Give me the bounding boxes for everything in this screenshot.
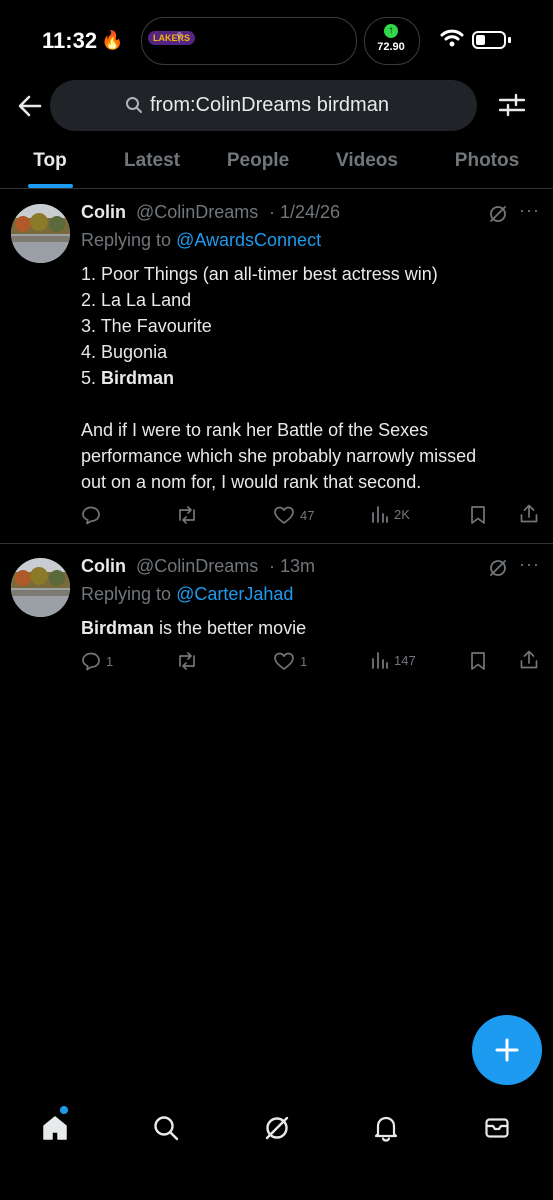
mail-icon bbox=[485, 1118, 509, 1138]
nav-search[interactable] bbox=[146, 1108, 186, 1148]
reply-button[interactable] bbox=[81, 505, 106, 525]
flame-icon: 🔥 bbox=[101, 30, 124, 50]
filter-icon[interactable] bbox=[497, 92, 527, 118]
reply-icon bbox=[82, 652, 100, 671]
tab-latest[interactable]: Latest bbox=[112, 150, 192, 172]
wifi-icon bbox=[440, 29, 464, 47]
stock-value: 72.90 bbox=[377, 41, 405, 53]
reply-button[interactable]: 1 bbox=[81, 651, 113, 671]
mention-link[interactable]: @CarterJahad bbox=[176, 584, 293, 604]
author-name[interactable]: Colin bbox=[81, 202, 126, 223]
search-icon bbox=[154, 1116, 179, 1141]
grok-icon[interactable] bbox=[488, 204, 508, 224]
avatar[interactable] bbox=[11, 558, 70, 617]
tweet-paragraph-line: And if I were to rank her Battle of the … bbox=[81, 420, 429, 440]
like-icon bbox=[274, 652, 294, 670]
tweet-time: · 13m bbox=[269, 556, 316, 576]
retweet-icon bbox=[179, 652, 195, 670]
status-time: 11:32 bbox=[42, 28, 98, 53]
views-button[interactable]: 2K bbox=[371, 505, 410, 523]
views-icon bbox=[372, 506, 388, 523]
tweet-line: 5. Birdman bbox=[81, 368, 175, 388]
bookmark-icon[interactable] bbox=[469, 651, 487, 671]
share-icon[interactable] bbox=[519, 650, 539, 670]
more-icon[interactable]: ··· bbox=[519, 200, 540, 221]
reply-icon bbox=[82, 506, 100, 525]
like-button[interactable]: 47 bbox=[273, 505, 314, 525]
nav-notifications[interactable] bbox=[366, 1108, 406, 1148]
avatar[interactable] bbox=[11, 204, 70, 263]
author-handle[interactable]: @ColinDreams bbox=[136, 202, 258, 223]
replying-to: Replying to @CarterJahad bbox=[81, 584, 294, 604]
like-button[interactable]: 1 bbox=[273, 651, 307, 671]
rockets-logo: ⫯ bbox=[176, 29, 183, 45]
tweet-line: 3. The Favourite bbox=[81, 316, 212, 336]
tweet-time: · 1/24/26 bbox=[269, 202, 341, 222]
author-name[interactable]: Colin bbox=[81, 556, 126, 577]
bell-icon bbox=[374, 1116, 398, 1142]
tweet-line: 4. Bugonia bbox=[81, 342, 168, 362]
back-arrow-icon[interactable] bbox=[16, 92, 44, 120]
author-handle[interactable]: @ColinDreams bbox=[136, 556, 258, 577]
views-button[interactable]: 147 bbox=[371, 651, 416, 669]
tab-videos[interactable]: Videos bbox=[327, 150, 407, 172]
tweet-line: 1. Poor Things (an all-timer best actres… bbox=[81, 264, 438, 284]
battery-tip bbox=[508, 37, 511, 43]
search-icon bbox=[126, 97, 142, 113]
grok-icon bbox=[265, 1116, 289, 1140]
tweet-paragraph-line: performance which she probably narrowly … bbox=[81, 446, 477, 466]
tab-photos[interactable]: Photos bbox=[447, 150, 527, 172]
retweet-icon bbox=[179, 506, 195, 524]
tweet-paragraph-line: out on a nom for, I would rank that seco… bbox=[81, 472, 422, 492]
share-icon[interactable] bbox=[519, 504, 539, 524]
retweet-button[interactable] bbox=[176, 651, 203, 671]
nav-home[interactable] bbox=[35, 1108, 75, 1148]
nav-messages[interactable] bbox=[477, 1108, 517, 1148]
tabs-divider bbox=[0, 188, 553, 189]
nav-grok[interactable] bbox=[257, 1108, 297, 1148]
lakers-logo: LAKERS bbox=[148, 31, 196, 45]
compose-icon bbox=[495, 1038, 519, 1062]
stock-up-icon: ↑ bbox=[384, 24, 398, 38]
tab-people[interactable]: People bbox=[218, 150, 298, 172]
replying-to: Replying to @AwardsConnect bbox=[81, 230, 322, 250]
tweet-line: 2. La La Land bbox=[81, 290, 192, 310]
views-icon bbox=[372, 652, 388, 669]
battery-level bbox=[476, 35, 485, 45]
bookmark-icon[interactable] bbox=[469, 505, 487, 525]
tweet-divider bbox=[0, 543, 553, 544]
mention-link[interactable]: @AwardsConnect bbox=[176, 230, 321, 250]
retweet-button[interactable] bbox=[176, 505, 203, 525]
grok-icon[interactable] bbox=[488, 558, 508, 578]
tab-top[interactable]: Top bbox=[20, 150, 80, 172]
like-icon bbox=[274, 506, 294, 524]
more-icon[interactable]: ··· bbox=[519, 554, 540, 575]
tweet-text: Birdman is the better movie bbox=[81, 618, 307, 638]
search-query[interactable]: from:ColinDreams birdman bbox=[150, 94, 389, 117]
compose-button[interactable] bbox=[472, 1015, 542, 1085]
home-icon bbox=[43, 1116, 67, 1140]
notification-dot bbox=[60, 1106, 68, 1114]
